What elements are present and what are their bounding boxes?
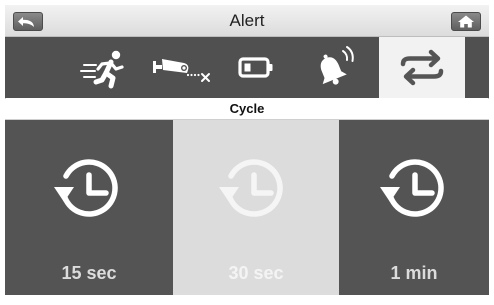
clock-history-icon	[54, 159, 118, 217]
alarm-bell-icon	[320, 46, 354, 85]
section-title: Cycle	[5, 99, 489, 120]
clock-history-icon	[380, 159, 444, 217]
alert-screen: Alert Cycle 15 sec 30 sec 1 min	[5, 5, 489, 295]
camera-out-of-range-icon	[153, 59, 210, 82]
page-title: Alert	[229, 11, 265, 30]
option-label: 1 min	[390, 263, 438, 283]
tab-cycle[interactable]	[379, 37, 465, 98]
cycle-arrows-icon	[400, 49, 444, 86]
motion-running-person-icon	[80, 50, 124, 89]
cycle-duration-options: 15 sec 30 sec 1 min	[5, 120, 489, 295]
title-bar: Alert	[5, 5, 489, 37]
clock-history-icon	[219, 159, 283, 217]
home-icon	[458, 15, 474, 28]
tab-motion-alert[interactable]	[69, 37, 141, 98]
option-15-sec[interactable]: 15 sec	[5, 120, 173, 295]
tab-out-of-range-alert[interactable]	[141, 37, 219, 98]
home-button[interactable]	[451, 12, 481, 31]
low-battery-icon	[238, 57, 273, 78]
alert-category-tabs	[5, 37, 489, 98]
option-1-min[interactable]: 1 min	[339, 120, 489, 295]
tab-sound-alert[interactable]	[293, 37, 379, 98]
option-30-sec[interactable]: 30 sec	[173, 120, 339, 295]
option-label: 15 sec	[61, 263, 117, 283]
tab-low-battery-alert[interactable]	[219, 37, 293, 98]
option-label: 30 sec	[228, 263, 284, 283]
